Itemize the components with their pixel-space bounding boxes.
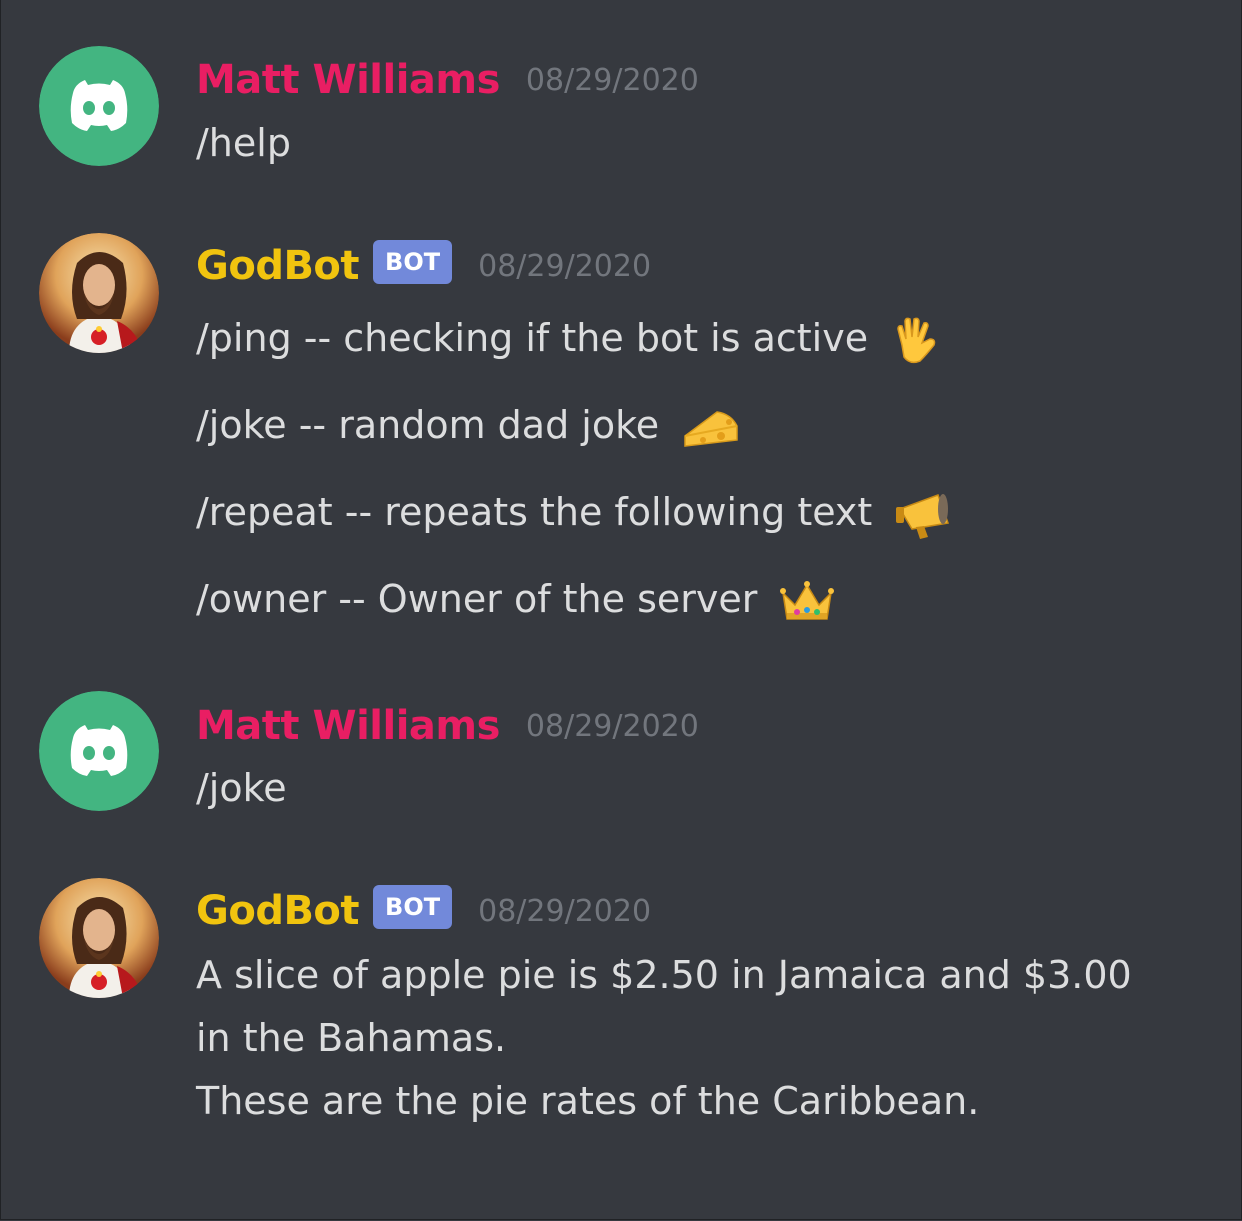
username[interactable]: Matt Williams [196,703,500,749]
message-header: GodBot BOT 08/29/2020 [196,238,651,294]
message-content: /joke [196,759,287,817]
timestamp: 08/29/2020 [478,248,652,284]
crown-icon [779,579,835,625]
username[interactable]: GodBot [196,888,360,934]
vulcan-salute-icon [890,315,942,367]
message-text: These are the pie rates of the Caribbean… [196,1079,980,1123]
avatar[interactable] [39,46,159,166]
timestamp: 08/29/2020 [525,62,699,98]
avatar[interactable] [39,878,159,998]
command-line: /ping -- checking if the bot is active [196,309,954,367]
message-content: /ping -- checking if the bot is active /… [196,309,954,657]
megaphone-icon [894,489,954,541]
command-line: /owner -- Owner of the server [196,570,954,628]
message-header: Matt Williams 08/29/2020 [196,54,699,106]
message-content: /help [196,114,291,172]
message-header: GodBot BOT 08/29/2020 [196,883,651,939]
command-text: /repeat -- repeats the following text [196,490,873,534]
godbot-avatar [39,878,159,998]
message-text: A slice of apple pie is $2.50 in Jamaica… [196,953,1132,997]
avatar[interactable] [39,233,159,353]
command-text: /ping -- checking if the bot is active [196,316,869,360]
discord-logo-icon [39,691,159,811]
command-text: /joke -- random dad joke [196,403,660,447]
timestamp: 08/29/2020 [525,708,699,744]
avatar[interactable] [39,691,159,811]
bot-badge: BOT [373,885,453,929]
message-text: /joke [196,766,287,810]
discord-logo-icon [39,46,159,166]
bot-badge: BOT [373,240,453,284]
godbot-avatar [39,233,159,353]
timestamp: 08/29/2020 [478,893,652,929]
username[interactable]: GodBot [196,243,360,289]
message-text: in the Bahamas. [196,1016,507,1060]
command-line: /repeat -- repeats the following text [196,483,954,541]
command-line: /joke -- random dad joke [196,396,954,454]
command-text: /owner -- Owner of the server [196,577,758,621]
message-content: A slice of apple pie is $2.50 in Jamaica… [196,944,1132,1133]
username[interactable]: Matt Williams [196,57,500,103]
message-header: Matt Williams 08/29/2020 [196,700,699,752]
cheese-icon [681,406,739,450]
message-text: /help [196,121,291,165]
